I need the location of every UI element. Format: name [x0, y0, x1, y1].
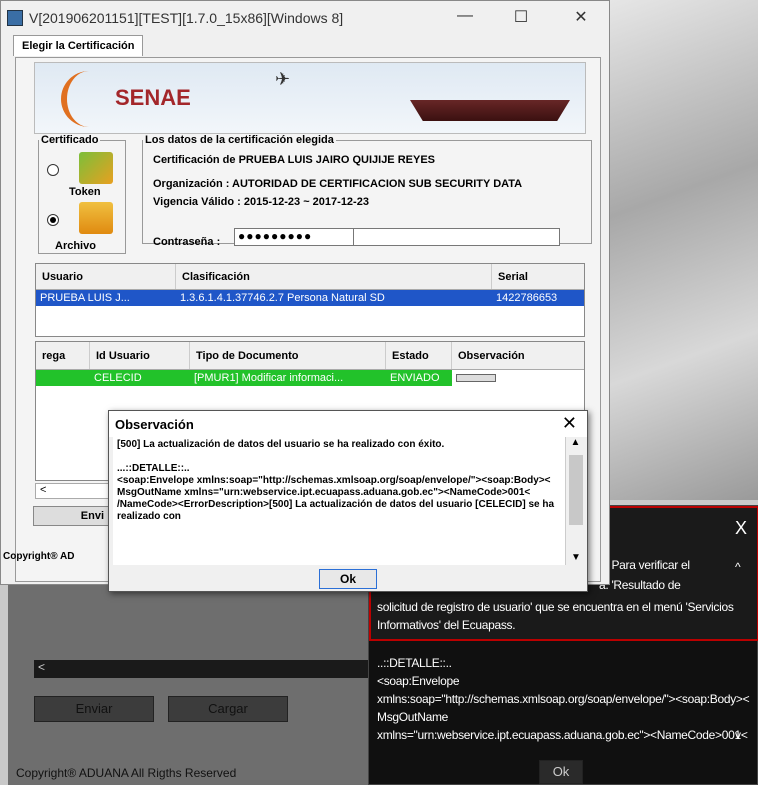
bg-text: <soap:Envelope: [377, 674, 460, 688]
file-folder-icon: [79, 202, 113, 234]
bg-text: MsgOutName: [377, 710, 449, 724]
bg-text: o. Para verificar el: [599, 558, 690, 572]
dialog-message: [500] La actualización de datos del usua…: [113, 437, 565, 565]
col-id-usuario[interactable]: Id Usuario: [90, 342, 190, 369]
col-estado[interactable]: Estado: [386, 342, 452, 369]
observacion-cell-button[interactable]: [456, 374, 496, 382]
col-entrega[interactable]: rega: [36, 342, 90, 369]
background-copyright: Copyright® ADUANA All Rigths Reserved: [16, 766, 237, 780]
col-clasificacion[interactable]: Clasificación: [176, 264, 492, 289]
scroll-up-icon[interactable]: ^: [735, 560, 741, 574]
brand-name: SENAE: [115, 85, 191, 110]
scroll-down-icon[interactable]: v: [735, 728, 741, 742]
background-ok-button[interactable]: Ok: [539, 760, 583, 784]
message-detail-body: <soap:Envelope xmlns:soap="http://schema…: [117, 475, 555, 522]
table-row[interactable]: CELECID [PMUR1] Modificar informaci... E…: [36, 370, 584, 386]
password-label: Contraseña :: [153, 236, 221, 248]
app-icon: [7, 10, 23, 26]
archivo-radio[interactable]: [47, 214, 59, 226]
bg-text: Informativos' del Ecuapass.: [377, 618, 516, 632]
bg-text: solicitud de registro de usuario' que se…: [377, 600, 734, 614]
senae-logo-icon: [61, 71, 101, 127]
password-field-extension[interactable]: [354, 228, 560, 246]
scroll-left-icon[interactable]: <: [34, 660, 45, 674]
scroll-up-icon[interactable]: ▲: [566, 437, 585, 448]
bg-text: ..::DETALLE::..: [377, 656, 452, 670]
users-table: Usuario Clasificación Serial PRUEBA LUIS…: [35, 263, 585, 337]
certificado-group: Certificado Token Archivo: [38, 134, 126, 254]
documents-table-header: rega Id Usuario Tipo de Documento Estado…: [36, 342, 584, 370]
maximize-button[interactable]: ☐: [501, 7, 541, 27]
message-detail-header: ...::DETALLE::..: [117, 463, 190, 474]
copyright-text: Copyright® AD: [3, 551, 75, 562]
col-observacion[interactable]: Observación: [452, 342, 584, 369]
background-window: < Enviar Cargar Copyright® ADUANA All Ri…: [8, 570, 378, 785]
senae-banner: SENAE ✈: [34, 62, 586, 134]
bg-text: a: 'Resultado de: [599, 578, 681, 592]
tab-elegir-certificacion[interactable]: Elegir la Certificación: [13, 35, 144, 56]
bg-text: xmlns:soap="http://schemas.xmlsoap.org/s…: [377, 692, 750, 706]
organizacion-text: Organización : AUTORIDAD DE CERTIFICACIO…: [153, 178, 523, 190]
cell-estado: ENVIADO: [390, 372, 440, 384]
message-summary: [500] La actualización de datos del usua…: [117, 439, 445, 450]
background-enviar-button[interactable]: Enviar: [34, 696, 154, 722]
scroll-down-icon[interactable]: ▼: [566, 552, 586, 563]
background-close-icon[interactable]: X: [735, 518, 747, 539]
bg-text: xmlns="urn:webservice.ipt.ecuapass.aduan…: [377, 728, 748, 742]
cell-id-usuario: CELECID: [94, 372, 142, 384]
window-title: V[201906201151][TEST][1.7.0_15x86][Windo…: [29, 10, 344, 26]
token-radio[interactable]: [47, 164, 59, 176]
col-serial[interactable]: Serial: [492, 264, 584, 289]
ok-button[interactable]: Ok: [319, 569, 377, 589]
users-table-header: Usuario Clasificación Serial: [36, 264, 584, 290]
airplane-icon: ✈: [275, 69, 291, 89]
certificacion-text: Certificación de PRUEBA LUIS JAIRO QUIJI…: [153, 154, 435, 166]
vigencia-text: Vigencia Válido : 2015-12-23 ~ 2017-12-2…: [153, 196, 369, 208]
scroll-thumb[interactable]: [569, 455, 583, 525]
ship-icon: [410, 100, 570, 121]
col-usuario[interactable]: Usuario: [36, 264, 176, 289]
cell-usuario: PRUEBA LUIS J...: [40, 292, 130, 304]
dialog-scrollbar[interactable]: ▲ ▼: [565, 437, 585, 565]
cell-observacion[interactable]: [452, 370, 584, 386]
close-button[interactable]: ✕: [561, 7, 601, 27]
archivo-label: Archivo: [55, 240, 96, 252]
dialog-close-icon[interactable]: ✕: [562, 413, 577, 434]
table-row[interactable]: PRUEBA LUIS J... 1.3.6.1.4.1.37746.2.7 P…: [36, 290, 584, 306]
certification-data-legend: Los datos de la certificación elegida: [145, 134, 334, 146]
password-field[interactable]: ●●●●●●●●●: [234, 228, 354, 246]
observacion-dialog: Observación ✕ [500] La actualización de …: [108, 410, 588, 592]
minimize-button[interactable]: —: [445, 7, 485, 25]
cell-serial: 1422786653: [496, 292, 558, 304]
dialog-title: Observación: [109, 411, 587, 437]
col-tipo-documento[interactable]: Tipo de Documento: [190, 342, 386, 369]
certificado-legend: Certificado: [41, 134, 99, 146]
token-icon: [79, 152, 113, 184]
background-desktop: [590, 0, 758, 500]
documents-hscroll[interactable]: <: [35, 483, 111, 499]
background-cargar-button[interactable]: Cargar: [168, 696, 288, 722]
enviar-button[interactable]: Envi: [33, 506, 109, 526]
cell-clasificacion: 1.3.6.1.4.1.37746.2.7 Persona Natural SD: [180, 292, 385, 304]
token-label: Token: [69, 186, 101, 198]
cell-tipo-documento: [PMUR1] Modificar informaci...: [194, 372, 344, 384]
background-hscroll[interactable]: <: [34, 660, 374, 678]
